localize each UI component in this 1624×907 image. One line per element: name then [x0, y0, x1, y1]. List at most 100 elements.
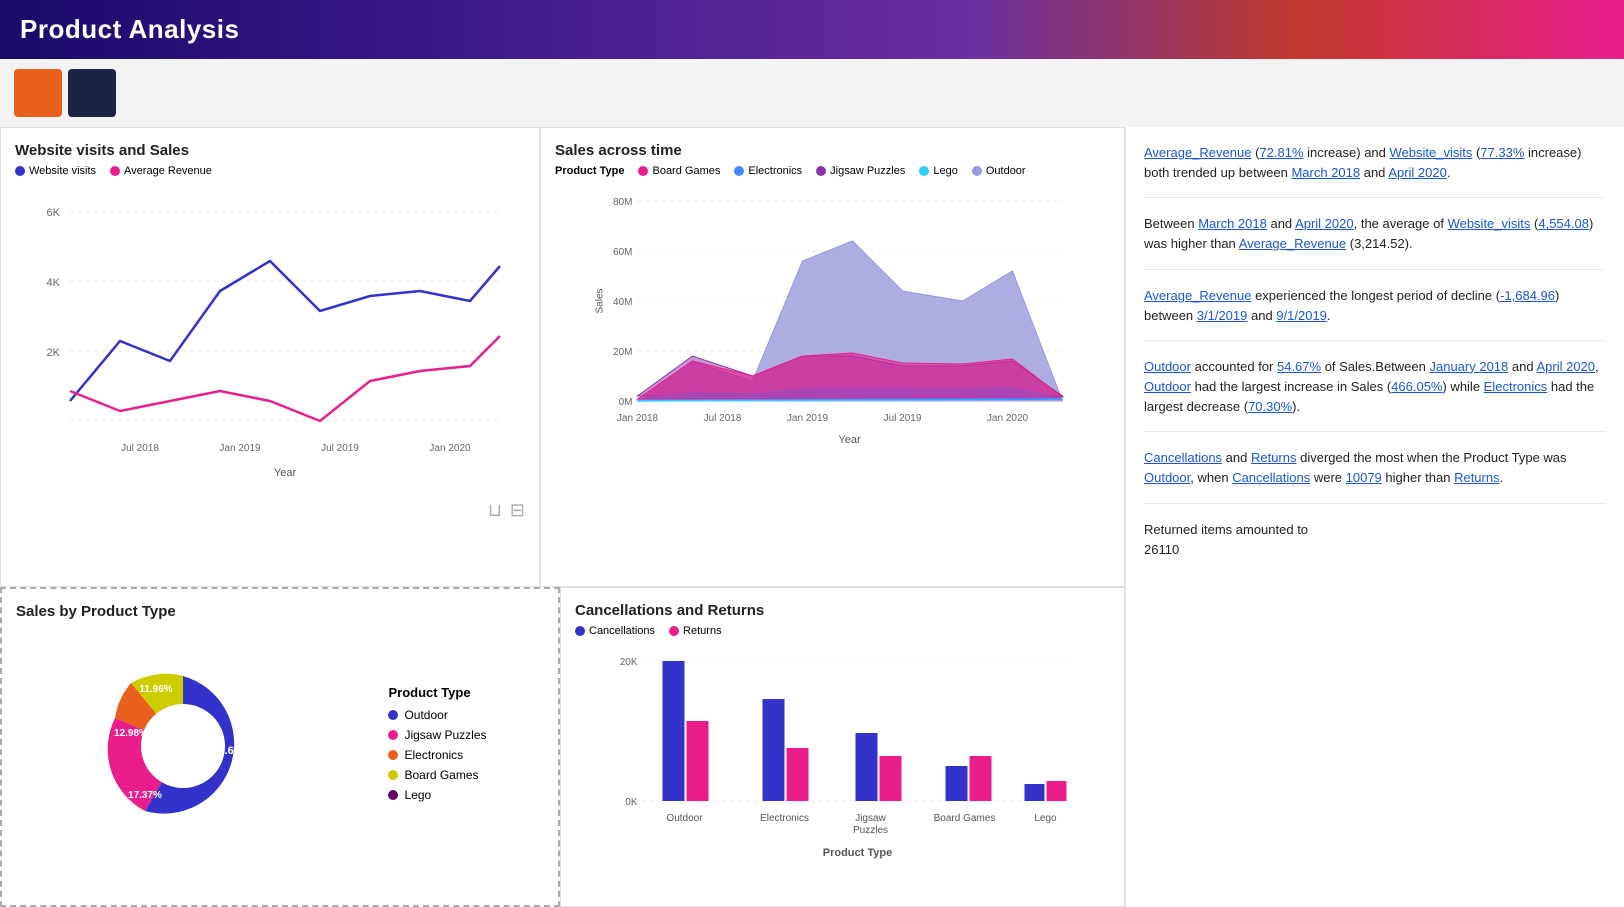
link-returns-2[interactable]: Returns [1454, 470, 1500, 485]
bar-outdoor-cancel [663, 661, 685, 801]
link-avg-revenue-3[interactable]: Average_Revenue [1144, 288, 1251, 303]
svg-text:Jan 2019: Jan 2019 [787, 413, 829, 424]
insight-5: Cancellations and Returns diverged the m… [1144, 448, 1606, 503]
insight-3: Average_Revenue experienced the longest … [1144, 286, 1606, 341]
link-466pct[interactable]: 466.05% [1391, 379, 1442, 394]
label-jigsaw: Jigsaw Puzzles [830, 165, 905, 177]
link-march-2019[interactable]: 3/1/2019 [1197, 308, 1248, 323]
bar-electronics-return [787, 748, 809, 801]
svg-text:Lego: Lego [1034, 813, 1057, 824]
link-march-2018-2[interactable]: March 2018 [1198, 216, 1267, 231]
link-sept-2019[interactable]: 9/1/2019 [1276, 308, 1327, 323]
bar-boardgames-return [970, 756, 992, 801]
logo-dark [68, 69, 116, 117]
link-avg-revenue-2[interactable]: Average_Revenue [1239, 236, 1346, 251]
legend-electronics: Electronics [734, 165, 802, 177]
donut-legend: Product Type Outdoor Jigsaw Puzzles Elec… [388, 685, 486, 808]
link-72pct[interactable]: 72.81% [1259, 145, 1303, 160]
sales-time-legend: Product Type Board Games Electronics Jig… [555, 165, 1110, 177]
visits-chart-title: Website visits and Sales [15, 142, 525, 159]
header: Product Analysis [0, 0, 1624, 59]
label-cancellations: Cancellations [589, 625, 655, 637]
link-jan-2018[interactable]: January 2018 [1429, 359, 1508, 374]
svg-text:Year: Year [838, 434, 861, 446]
page-title: Product Analysis [20, 14, 239, 45]
dot-cancellations [575, 626, 585, 636]
link-54pct[interactable]: 54.67% [1277, 359, 1321, 374]
link-website-visits-1[interactable]: Website_visits [1390, 145, 1473, 160]
pct-jigsaw: 17.37% [129, 790, 163, 801]
link-neg-1684[interactable]: -1,684.96 [1500, 288, 1555, 303]
donut-legend-outdoor: Outdoor [388, 708, 486, 722]
svg-text:Board Games: Board Games [934, 813, 996, 824]
link-april-2020-3[interactable]: April 2020 [1536, 359, 1595, 374]
link-april-2020-2[interactable]: April 2020 [1295, 216, 1354, 231]
link-77pct[interactable]: 77.33% [1480, 145, 1524, 160]
resize-icon[interactable]: ⊟ [510, 500, 525, 521]
legend-dot-revenue [110, 166, 120, 176]
svg-text:0M: 0M [619, 397, 633, 408]
right-panel: Average_Revenue (72.81% increase) and We… [1125, 127, 1624, 907]
label-electronics: Electronics [748, 165, 802, 177]
legend-item-visits: Website visits [15, 165, 96, 177]
link-4554[interactable]: 4,554.08 [1538, 216, 1589, 231]
link-cancellations[interactable]: Cancellations [1144, 450, 1222, 465]
visits-legend: Website visits Average Revenue [15, 165, 525, 177]
link-70pct[interactable]: 70.30% [1248, 399, 1292, 414]
svg-text:Outdoor: Outdoor [666, 813, 703, 824]
link-electronics-1[interactable]: Electronics [1484, 379, 1548, 394]
link-10079[interactable]: 10079 [1346, 470, 1382, 485]
legend-dot-visits [15, 166, 25, 176]
cancel-chart-title: Cancellations and Returns [575, 602, 1110, 619]
legend-cancellations: Cancellations [575, 625, 655, 637]
link-cancellations-2[interactable]: Cancellations [1232, 470, 1310, 485]
link-avg-revenue-1[interactable]: Average_Revenue [1144, 145, 1251, 160]
donut-dot-board-games [388, 770, 398, 780]
svg-text:Year: Year [274, 467, 297, 479]
cancel-chart-container: Cancellations and Returns Cancellations … [560, 587, 1125, 907]
legend-item-revenue: Average Revenue [110, 165, 212, 177]
visits-chart-container: Website visits and Sales Website visits … [0, 127, 540, 587]
label-lego: Lego [933, 165, 957, 177]
dot-outdoor [972, 166, 982, 176]
legend-lego: Lego [919, 165, 957, 177]
donut-dot-lego [388, 790, 398, 800]
label-board-games: Board Games [652, 165, 720, 177]
insight-1: Average_Revenue (72.81% increase) and We… [1144, 143, 1606, 198]
bottom-row: Sales by Product Type [0, 587, 1125, 907]
label-outdoor: Outdoor [986, 165, 1026, 177]
expand-icon[interactable]: ⊔ [488, 500, 502, 521]
insight-6: Returned items amounted to 26110 [1144, 520, 1606, 574]
svg-text:Jan 2020: Jan 2020 [987, 413, 1029, 424]
legend-board-games: Board Games [638, 165, 720, 177]
bar-lego-cancel [1025, 784, 1045, 801]
donut-legend-jigsaw: Jigsaw Puzzles [388, 728, 486, 742]
bar-electronics-cancel [763, 699, 785, 801]
link-outdoor-1[interactable]: Outdoor [1144, 359, 1191, 374]
donut-dot-outdoor [388, 710, 398, 720]
link-returns[interactable]: Returns [1251, 450, 1297, 465]
insight-2: Between March 2018 and April 2020, the a… [1144, 214, 1606, 269]
link-website-visits-2[interactable]: Website_visits [1448, 216, 1531, 231]
link-march-2018-1[interactable]: March 2018 [1291, 165, 1360, 180]
donut-legend-lego: Lego [388, 788, 486, 802]
svg-text:60M: 60M [613, 247, 632, 258]
bar-lego-return [1047, 781, 1067, 801]
sales-time-title: Sales across time [555, 142, 1110, 159]
svg-text:40M: 40M [613, 297, 632, 308]
svg-text:Sales: Sales [595, 288, 606, 313]
svg-text:Jul 2018: Jul 2018 [704, 413, 742, 424]
legend-returns: Returns [669, 625, 722, 637]
link-outdoor-2[interactable]: Outdoor [1144, 379, 1191, 394]
legend-label-visits: Website visits [29, 165, 96, 177]
dot-returns [669, 626, 679, 636]
legend-label-revenue: Average Revenue [124, 165, 212, 177]
dot-electronics [734, 166, 744, 176]
pct-outdoor: 54.67% [213, 745, 251, 757]
top-row: Website visits and Sales Website visits … [0, 127, 1125, 587]
svg-text:0K: 0K [625, 797, 638, 808]
link-outdoor-3[interactable]: Outdoor [1144, 470, 1190, 485]
link-april-2020-1[interactable]: April 2020 [1388, 165, 1447, 180]
dot-lego [919, 166, 929, 176]
pct-electronics: 12.98% [115, 728, 149, 739]
